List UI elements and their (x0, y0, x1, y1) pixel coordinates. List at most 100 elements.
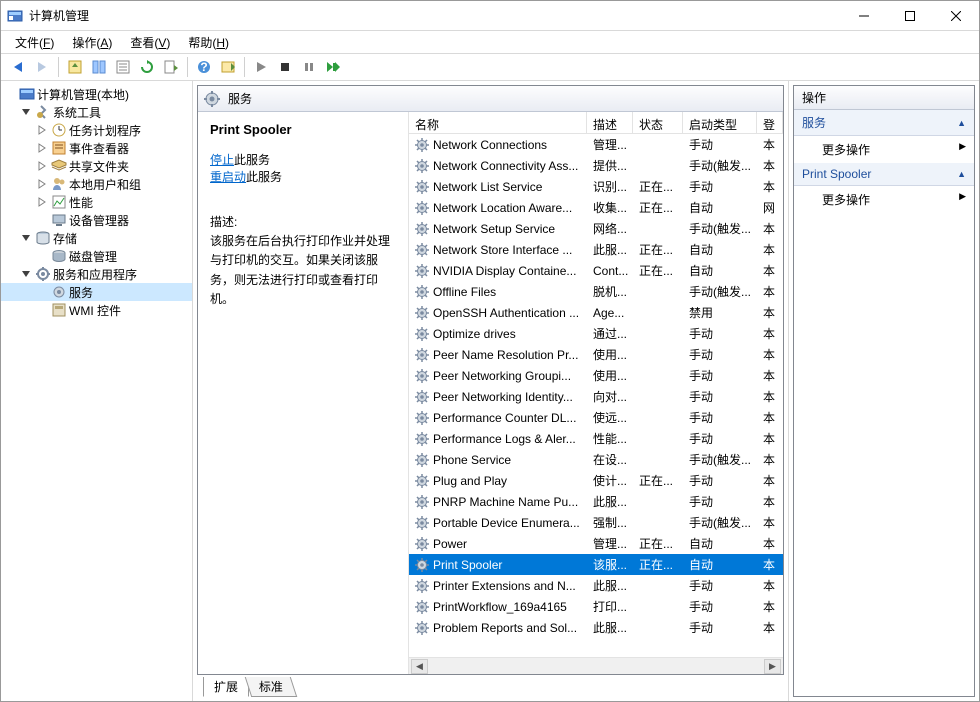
tree-label: 设备管理器 (69, 212, 129, 229)
service-row[interactable]: Network Location Aware...收集...正在...自动网 (409, 197, 783, 218)
service-row[interactable]: Network Connections管理...手动本 (409, 134, 783, 155)
tree-node[interactable]: 性能 (1, 193, 192, 211)
close-button[interactable] (933, 1, 979, 30)
horizontal-scrollbar[interactable]: ◀ ▶ (409, 657, 783, 674)
stop-button[interactable] (274, 56, 296, 78)
actions-more-printspooler[interactable]: 更多操作 ▶ (794, 186, 974, 213)
tree-node[interactable]: 存储 (1, 229, 192, 247)
refresh-button[interactable] (136, 56, 158, 78)
service-desc: 使计... (587, 472, 633, 489)
service-row[interactable]: Network Connectivity Ass...提供...手动(触发...… (409, 155, 783, 176)
tree-node[interactable]: 共享文件夹 (1, 157, 192, 175)
service-start: 自动 (683, 535, 757, 552)
actions-more-services[interactable]: 更多操作 ▶ (794, 136, 974, 163)
tree-node[interactable]: 设备管理器 (1, 211, 192, 229)
minimize-button[interactable] (841, 1, 887, 30)
back-button[interactable] (7, 56, 29, 78)
tree-node[interactable]: 本地用户和组 (1, 175, 192, 193)
service-row[interactable]: Network Store Interface ...此服...正在...自动本 (409, 239, 783, 260)
service-name: Network Connections (433, 138, 547, 152)
service-row[interactable]: Network List Service识别...正在...手动本 (409, 176, 783, 197)
restart-service-link[interactable]: 重启动 (210, 170, 246, 184)
column-start[interactable]: 启动类型 (683, 112, 757, 134)
service-row[interactable]: OpenSSH Authentication ...Age...禁用本 (409, 302, 783, 323)
tree-label: WMI 控件 (69, 302, 121, 319)
service-row[interactable]: Portable Device Enumera...强制...手动(触发...本 (409, 512, 783, 533)
menu-view[interactable]: 查看(V) (122, 32, 178, 53)
service-row[interactable]: Peer Networking Groupi...使用...手动本 (409, 365, 783, 386)
expand-icon[interactable] (37, 197, 51, 207)
tree-node[interactable]: 服务和应用程序 (1, 265, 192, 283)
service-row[interactable]: Peer Networking Identity...向对...手动本 (409, 386, 783, 407)
tree-node[interactable]: 磁盘管理 (1, 247, 192, 265)
service-start: 手动 (683, 472, 757, 489)
service-row[interactable]: Offline Files脱机...手动(触发...本 (409, 281, 783, 302)
gear-icon (415, 159, 429, 173)
service-start: 自动 (683, 241, 757, 258)
actions-group-services[interactable]: 服务 ▲ (794, 110, 974, 136)
play-button[interactable] (250, 56, 272, 78)
service-row[interactable]: Printer Extensions and N...此服...手动本 (409, 575, 783, 596)
service-row[interactable]: Print Spooler该服...正在...自动本 (409, 554, 783, 575)
tree-node[interactable]: 任务计划程序 (1, 121, 192, 139)
expand-icon[interactable] (21, 107, 35, 117)
tree-node[interactable]: 事件查看器 (1, 139, 192, 157)
stop-service-link[interactable]: 停止 (210, 153, 234, 167)
column-desc[interactable]: 描述 (587, 112, 633, 134)
tree-node[interactable]: 系统工具 (1, 103, 192, 121)
help-button[interactable]: ? (193, 56, 215, 78)
restart-button[interactable] (322, 56, 344, 78)
tab-extended[interactable]: 扩展 (203, 677, 249, 697)
menu-help[interactable]: 帮助(H) (180, 32, 237, 53)
actions-group-printspooler[interactable]: Print Spooler ▲ (794, 163, 974, 186)
column-status[interactable]: 状态 (633, 112, 683, 134)
services-list[interactable]: Network Connections管理...手动本Network Conne… (409, 134, 783, 657)
service-row[interactable]: Phone Service在设...手动(触发...本 (409, 449, 783, 470)
menu-file[interactable]: 文件(F) (7, 32, 62, 53)
tab-standard[interactable]: 标准 (245, 677, 298, 697)
service-name: Performance Logs & Aler... (433, 432, 576, 446)
service-row[interactable]: Power管理...正在...自动本 (409, 533, 783, 554)
service-row[interactable]: Peer Name Resolution Pr...使用...手动本 (409, 344, 783, 365)
service-logon: 本 (757, 283, 781, 300)
column-name[interactable]: 名称 (409, 112, 587, 134)
up-button[interactable] (64, 56, 86, 78)
scroll-left-icon[interactable]: ◀ (411, 659, 428, 674)
menu-action[interactable]: 操作(A) (64, 32, 120, 53)
service-name: PNRP Machine Name Pu... (433, 495, 578, 509)
device-icon (51, 212, 67, 228)
service-row[interactable]: Network Setup Service网络...手动(触发...本 (409, 218, 783, 239)
expand-icon[interactable] (37, 125, 51, 135)
maximize-button[interactable] (887, 1, 933, 30)
expand-icon[interactable] (21, 269, 35, 279)
column-logon[interactable]: 登 (757, 112, 783, 134)
tree-node[interactable]: 服务 (1, 283, 192, 301)
service-row[interactable]: NVIDIA Display Containe...Cont...正在...自动… (409, 260, 783, 281)
expand-icon[interactable] (21, 233, 35, 243)
export-button[interactable] (160, 56, 182, 78)
scroll-right-icon[interactable]: ▶ (764, 659, 781, 674)
description-text: 该服务在后台执行打印作业并处理与打印机的交互。如果关闭该服务，则无法进行打印或查… (210, 232, 396, 309)
expand-icon[interactable] (37, 161, 51, 171)
pause-button[interactable] (298, 56, 320, 78)
services-header: 服务 (198, 86, 783, 112)
properties-button[interactable] (112, 56, 134, 78)
expand-icon[interactable] (37, 179, 51, 189)
service-row[interactable]: Problem Reports and Sol...此服...手动本 (409, 617, 783, 638)
service-row[interactable]: PrintWorkflow_169a4165打印...手动本 (409, 596, 783, 617)
service-row[interactable]: Optimize drives通过...手动本 (409, 323, 783, 344)
show-hide-button[interactable] (88, 56, 110, 78)
service-row[interactable]: PNRP Machine Name Pu...此服...手动本 (409, 491, 783, 512)
service-row[interactable]: Performance Logs & Aler...性能...手动本 (409, 428, 783, 449)
expand-icon[interactable] (37, 143, 51, 153)
service-row[interactable]: Plug and Play使计...正在...手动本 (409, 470, 783, 491)
restart-service-link-row: 重启动此服务 (210, 168, 396, 185)
tree-node[interactable]: WMI 控件 (1, 301, 192, 319)
forward-button[interactable] (31, 56, 53, 78)
tree-panel[interactable]: 计算机管理(本地)系统工具任务计划程序事件查看器共享文件夹本地用户和组性能设备管… (1, 81, 193, 701)
filter-button[interactable] (217, 56, 239, 78)
tree-node[interactable]: 计算机管理(本地) (1, 85, 192, 103)
service-desc: 使远... (587, 409, 633, 426)
service-row[interactable]: Performance Counter DL...使远...手动本 (409, 407, 783, 428)
gear-icon (415, 621, 429, 635)
